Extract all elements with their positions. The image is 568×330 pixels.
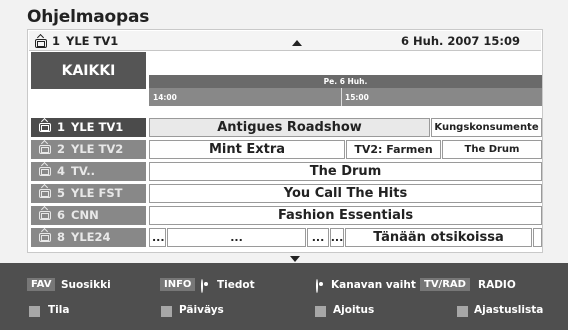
channel-name: YLE TV1 [71, 120, 124, 134]
program-cell[interactable]: Kungskonsumente [431, 118, 542, 137]
program-cell[interactable]: You Call The Hits [149, 184, 542, 203]
program-cell[interactable]: ... [330, 228, 344, 247]
program-cell[interactable]: ... [167, 228, 306, 247]
tv-icon [39, 211, 51, 220]
program-cell-empty[interactable] [533, 228, 542, 247]
program-cell[interactable]: The Drum [149, 162, 542, 181]
fav-key[interactable]: FAV [27, 278, 56, 291]
timeline-date: Pe. 6 Huh. [323, 77, 368, 86]
time-label-1500: 15:00 [345, 93, 369, 102]
red-key-icon[interactable] [29, 306, 40, 317]
ajastuslista-label: Ajastuslista [474, 304, 544, 316]
channel-row-2[interactable]: 2 YLE TV2 [31, 140, 146, 159]
channel-number: 2 [57, 142, 66, 156]
channel-number: 8 [57, 230, 66, 244]
channel-number: 4 [57, 164, 66, 178]
program-cell[interactable]: TV2: Farmen [346, 140, 441, 159]
channel-name: YLE24 [71, 230, 111, 244]
tv-icon [35, 39, 47, 48]
program-cell[interactable]: Fashion Essentials [149, 206, 542, 225]
channel-row-5[interactable]: 5 YLE FST [31, 184, 146, 203]
time-separator [341, 88, 342, 106]
channel-name: CNN [71, 208, 99, 222]
program-cell[interactable]: Mint Extra [149, 140, 345, 159]
program-cell[interactable]: ... [307, 228, 329, 247]
info-bar: 1 YLE TV1 6 Huh. 2007 15:09 [29, 31, 541, 51]
scroll-up-icon[interactable] [292, 40, 302, 46]
tv-icon [39, 145, 51, 154]
time-label-1400: 14:00 [153, 93, 177, 102]
program-cell[interactable]: Tänään otsikoissa [345, 228, 532, 247]
channel-name: YLE TV2 [71, 142, 124, 156]
channel-switch-label: Kanavan vaiht [331, 279, 416, 291]
channel-row-8[interactable]: 8 YLE24 [31, 228, 146, 247]
info-channel-number: 1 [52, 34, 61, 48]
channel-row-6[interactable]: 6 CNN [31, 206, 146, 225]
green-key-icon[interactable] [161, 306, 172, 317]
info-key[interactable]: INFO [160, 278, 196, 291]
info-channel-name: YLE TV1 [66, 34, 119, 48]
tv-icon [39, 123, 51, 132]
tv-icon [39, 167, 51, 176]
tv-icon [39, 233, 51, 242]
filter-label[interactable]: KAIKKI [31, 52, 146, 89]
channel-row-1[interactable]: 1 YLE TV1 [31, 118, 146, 137]
channel-number: 1 [57, 120, 66, 134]
blue-key-icon[interactable] [457, 306, 468, 317]
paivays-label: Päiväys [179, 304, 224, 316]
channel-number: 5 [57, 186, 66, 200]
channel-name: YLE FST [71, 186, 123, 200]
footer-bar: FAV Suosikki INFO Tiedot Kanavan vaiht T… [0, 263, 568, 330]
scroll-down-icon[interactable] [290, 256, 300, 262]
info-datetime: 6 Huh. 2007 15:09 [401, 34, 520, 48]
ok-icon [316, 279, 318, 293]
tvrad-key[interactable]: TV/RAD [420, 278, 470, 291]
program-cell[interactable]: ... [149, 228, 166, 247]
yellow-key-icon[interactable] [315, 306, 326, 317]
fav-label: Suosikki [61, 279, 111, 291]
info-label: Tiedot [217, 279, 255, 291]
channel-number: 6 [57, 208, 66, 222]
tv-icon [39, 189, 51, 198]
program-cell[interactable]: Antigues Roadshow [149, 118, 430, 137]
radio-label: RADIO [478, 279, 516, 291]
channel-name: TV.. [71, 164, 96, 178]
program-cell[interactable]: The Drum [442, 140, 542, 159]
channel-row-4[interactable]: 4 TV.. [31, 162, 146, 181]
ajoitus-label: Ajoitus [333, 304, 375, 316]
info-icon [201, 279, 203, 293]
page-title: Ohjelmaopas [27, 7, 150, 27]
tila-label: Tila [48, 304, 70, 316]
